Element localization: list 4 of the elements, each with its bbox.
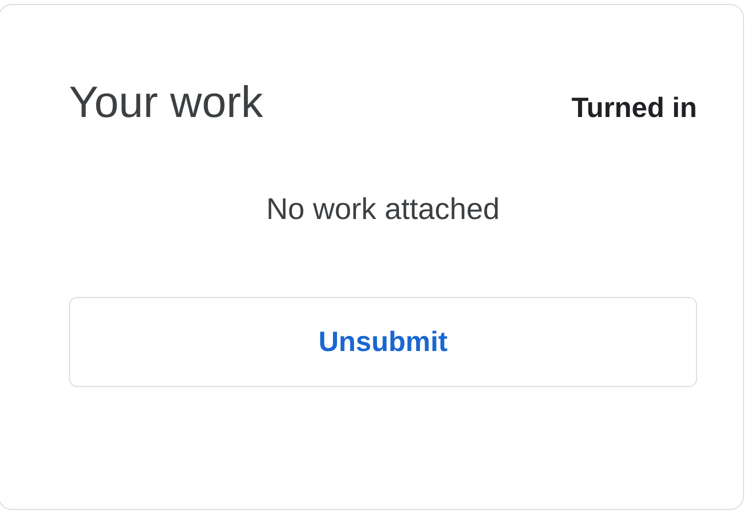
unsubmit-button[interactable]: Unsubmit xyxy=(69,297,697,387)
status-label: Turned in xyxy=(572,92,697,124)
empty-message: No work attached xyxy=(266,193,500,227)
card-title: Your work xyxy=(69,77,264,129)
